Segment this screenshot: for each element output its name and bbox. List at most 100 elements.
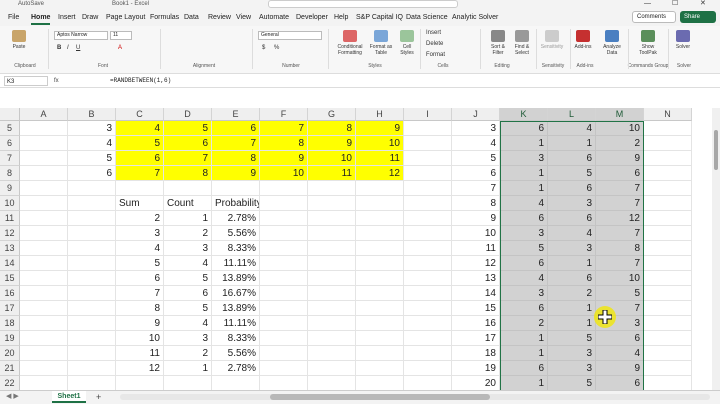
cell-c18[interactable]: 9 (116, 316, 164, 331)
cell-f12[interactable] (260, 226, 308, 241)
sensitivity-button[interactable]: Sensitivity (537, 30, 567, 50)
cell-n18[interactable] (644, 316, 692, 331)
name-box[interactable]: K3 (4, 76, 48, 86)
italic-button[interactable]: I (67, 44, 69, 52)
cell-j18[interactable]: 16 (452, 316, 500, 331)
maximize-button[interactable]: ☐ (672, 0, 678, 8)
row-header-16[interactable]: 16 (0, 286, 20, 301)
cell-n12[interactable] (644, 226, 692, 241)
cell-a20[interactable] (20, 346, 68, 361)
formula-input[interactable]: =RANDBETWEEN(1,6) (110, 76, 171, 86)
cell-c7[interactable]: 6 (116, 151, 164, 166)
tab-page-layout[interactable]: Page Layout (106, 13, 145, 23)
row-header-11[interactable]: 11 (0, 211, 20, 226)
cell-m12[interactable]: 7 (596, 226, 644, 241)
cell-a6[interactable] (20, 136, 68, 151)
cell-l9[interactable]: 6 (548, 181, 596, 196)
cell-h12[interactable] (356, 226, 404, 241)
cell-d18[interactable]: 4 (164, 316, 212, 331)
cell-k10[interactable]: 4 (500, 196, 548, 211)
cell-i14[interactable] (404, 256, 452, 271)
cell-e19[interactable]: 8.33% (212, 331, 260, 346)
cell-f17[interactable] (260, 301, 308, 316)
font-size-select[interactable]: 11 (110, 31, 132, 40)
cell-a19[interactable] (20, 331, 68, 346)
cell-h13[interactable] (356, 241, 404, 256)
cell-n6[interactable] (644, 136, 692, 151)
column-header-d[interactable]: D (164, 108, 212, 121)
cell-e10[interactable]: Probability (212, 196, 260, 211)
cell-h7[interactable]: 11 (356, 151, 404, 166)
tab-developer[interactable]: Developer (296, 13, 328, 23)
cell-l5[interactable]: 4 (548, 121, 596, 136)
cell-f19[interactable] (260, 331, 308, 346)
column-header-l[interactable]: L (548, 108, 596, 121)
cell-c15[interactable]: 6 (116, 271, 164, 286)
horizontal-scroll-thumb[interactable] (270, 394, 490, 400)
row-header-8[interactable]: 8 (0, 166, 20, 181)
cell-styles-button[interactable]: Cell Styles (396, 30, 418, 56)
cell-k11[interactable]: 6 (500, 211, 548, 226)
cell-m6[interactable]: 2 (596, 136, 644, 151)
cell-g8[interactable]: 11 (308, 166, 356, 181)
cell-d10[interactable]: Count (164, 196, 212, 211)
cell-m21[interactable]: 9 (596, 361, 644, 376)
cell-a17[interactable] (20, 301, 68, 316)
cell-a22[interactable] (20, 376, 68, 391)
cell-b6[interactable]: 4 (68, 136, 116, 151)
cell-e20[interactable]: 5.56% (212, 346, 260, 361)
worksheet-grid[interactable]: A B C D E F G H I J K L M N 5 6 7 8 9 10 11 12 13 14 15 16 17 18 19 2… (0, 108, 712, 404)
cell-f10[interactable] (260, 196, 308, 211)
cell-h14[interactable] (356, 256, 404, 271)
cell-g22[interactable] (308, 376, 356, 391)
row-header-22[interactable]: 22 (0, 376, 20, 391)
cell-j19[interactable]: 17 (452, 331, 500, 346)
cell-i13[interactable] (404, 241, 452, 256)
cell-h19[interactable] (356, 331, 404, 346)
tab-formulas[interactable]: Formulas (150, 13, 179, 23)
cell-e15[interactable]: 13.89% (212, 271, 260, 286)
cell-l14[interactable]: 1 (548, 256, 596, 271)
cell-j5[interactable]: 3 (452, 121, 500, 136)
cell-a14[interactable] (20, 256, 68, 271)
cell-b12[interactable] (68, 226, 116, 241)
cell-n14[interactable] (644, 256, 692, 271)
cell-d6[interactable]: 6 (164, 136, 212, 151)
minimize-button[interactable]: — (644, 0, 651, 8)
cell-c17[interactable]: 8 (116, 301, 164, 316)
cell-f21[interactable] (260, 361, 308, 376)
column-header-n[interactable]: N (644, 108, 692, 121)
row-header-13[interactable]: 13 (0, 241, 20, 256)
cell-d19[interactable]: 3 (164, 331, 212, 346)
cell-f18[interactable] (260, 316, 308, 331)
cell-a16[interactable] (20, 286, 68, 301)
cell-i9[interactable] (404, 181, 452, 196)
cell-i21[interactable] (404, 361, 452, 376)
cell-c8[interactable]: 7 (116, 166, 164, 181)
cell-f11[interactable] (260, 211, 308, 226)
cell-n19[interactable] (644, 331, 692, 346)
cell-k18[interactable]: 2 (500, 316, 548, 331)
cell-j9[interactable]: 7 (452, 181, 500, 196)
delete-cells-button[interactable]: Delete (426, 40, 443, 48)
cell-i5[interactable] (404, 121, 452, 136)
cell-k19[interactable]: 1 (500, 331, 548, 346)
cell-c20[interactable]: 11 (116, 346, 164, 361)
cell-n11[interactable] (644, 211, 692, 226)
cell-l8[interactable]: 5 (548, 166, 596, 181)
column-header-c[interactable]: C (116, 108, 164, 121)
select-all-corner[interactable] (0, 108, 20, 121)
cell-b15[interactable] (68, 271, 116, 286)
cell-j8[interactable]: 6 (452, 166, 500, 181)
column-header-m[interactable]: M (596, 108, 644, 121)
cell-i17[interactable] (404, 301, 452, 316)
cell-i8[interactable] (404, 166, 452, 181)
tab-data[interactable]: Data (184, 13, 199, 23)
cell-i6[interactable] (404, 136, 452, 151)
show-toolpak-button[interactable]: Show ToolPak (634, 30, 662, 56)
cell-d12[interactable]: 2 (164, 226, 212, 241)
cell-n17[interactable] (644, 301, 692, 316)
cell-e7[interactable]: 8 (212, 151, 260, 166)
cell-e5[interactable]: 6 (212, 121, 260, 136)
tab-help[interactable]: Help (334, 13, 348, 23)
